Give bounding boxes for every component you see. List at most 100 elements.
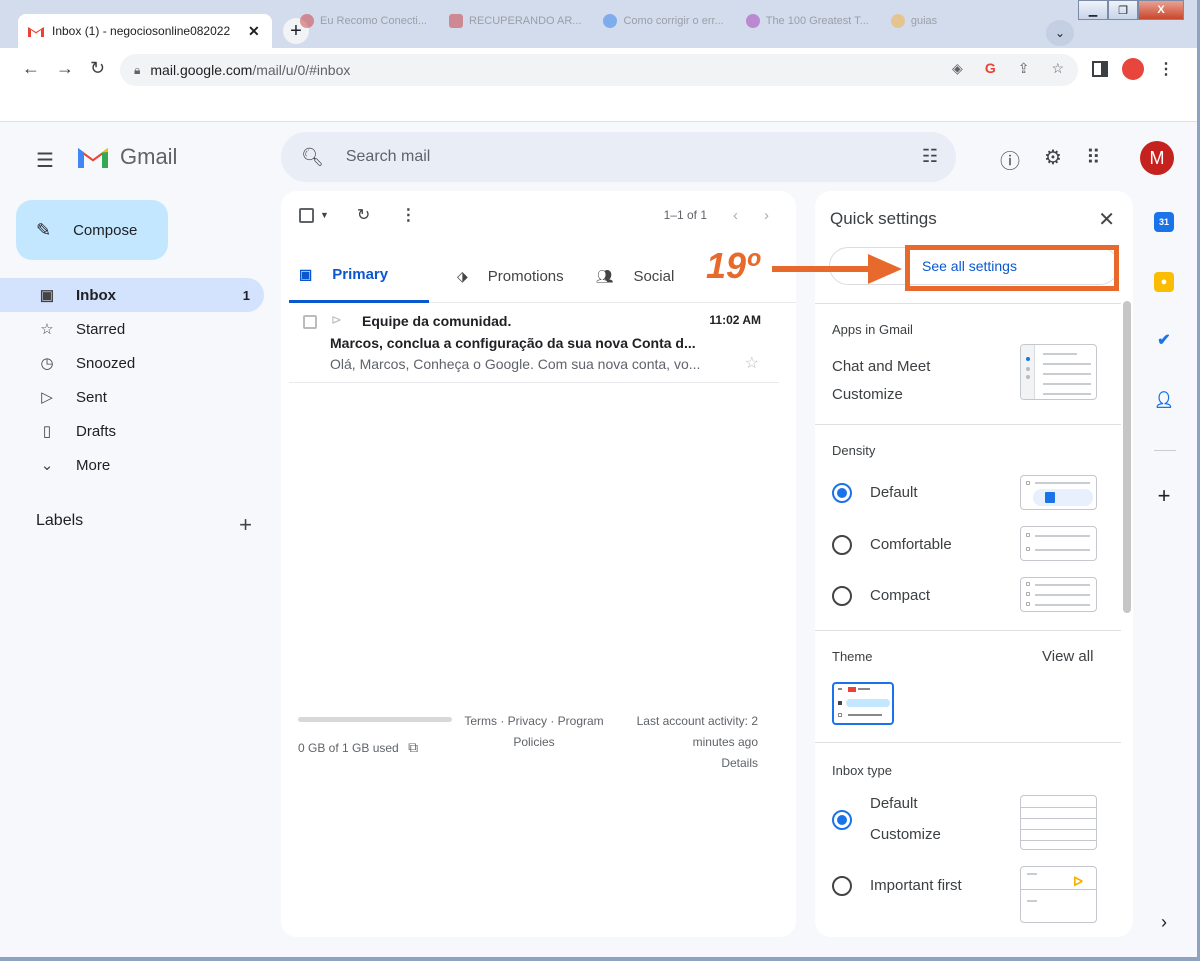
inbox-customize-link[interactable]: Customize — [870, 826, 941, 843]
density-comfortable-radio[interactable] — [832, 535, 852, 555]
gmail-logo[interactable]: Gmail — [76, 144, 177, 170]
email-row[interactable]: ⊳ Equipe da comunidad. 11:02 AM Marcos, … — [289, 309, 779, 383]
next-page-icon[interactable]: › — [764, 207, 769, 224]
scrollbar-thumb[interactable] — [1123, 301, 1131, 613]
background-tab[interactable]: RECUPERANDO AR... — [449, 14, 581, 28]
background-tab[interactable]: guias — [890, 14, 937, 28]
gear-icon[interactable]: ⚙ — [1044, 145, 1062, 174]
view-all-themes-link[interactable]: View all — [1042, 648, 1093, 665]
account-activity: Last account activity: 2 minutes ago Det… — [608, 711, 758, 774]
inbox-important-thumbnail: ᐅ — [1020, 866, 1097, 923]
tab-label: Primary — [332, 266, 389, 283]
sidebar-item-sent[interactable]: ▷ Sent — [0, 380, 264, 414]
annotation-arrow-icon — [772, 254, 902, 284]
profile-icon[interactable] — [1122, 58, 1144, 80]
contacts-icon[interactable]: 👤︎ — [1154, 390, 1174, 410]
density-compact-radio[interactable] — [832, 586, 852, 606]
select-dropdown-icon[interactable]: ▼ — [320, 210, 329, 220]
bookmark-star-icon[interactable]: ☆ — [1051, 60, 1064, 77]
background-tab[interactable]: Como corrigir o err... — [603, 14, 724, 28]
tab-search-icon[interactable]: ⌄ — [1046, 20, 1074, 46]
show-side-panel-icon[interactable]: › — [1154, 912, 1174, 932]
refresh-icon[interactable]: ↻ — [357, 205, 370, 225]
tab-social[interactable]: 👥︎ Social — [586, 249, 685, 303]
gmail-wordmark: Gmail — [120, 144, 178, 169]
maximize-button[interactable]: ❐ — [1108, 0, 1138, 20]
email-time: 11:02 AM — [709, 313, 761, 327]
tab-title: Inbox (1) - negociosonline082022 — [52, 24, 231, 38]
minimize-button[interactable]: ▁ — [1078, 0, 1108, 20]
external-link-icon[interactable]: ⧉ — [408, 739, 418, 755]
sidebar-item-starred[interactable]: ☆ Starred — [0, 312, 264, 346]
clock-icon: ◷ — [40, 355, 54, 372]
tab-primary[interactable]: ▣ Primary — [289, 249, 429, 303]
keep-icon[interactable]: ● — [1154, 272, 1174, 292]
inbox-default-radio[interactable] — [832, 810, 852, 830]
send-icon: ▷ — [41, 389, 53, 406]
importance-marker-icon[interactable]: ⊳ — [331, 312, 342, 328]
inbox-important-radio[interactable] — [832, 876, 852, 896]
theme-thumbnail[interactable] — [832, 682, 894, 725]
apps-section: Apps in Gmail Chat and Meet Customize — [815, 303, 1121, 423]
importance-marker-icon: ᐅ — [1073, 874, 1083, 889]
apps-grid-icon[interactable]: ⠿ — [1086, 145, 1101, 174]
calendar-icon[interactable]: 31 — [1154, 212, 1174, 232]
account-avatar[interactable]: M — [1140, 141, 1174, 175]
tab-label: Promotions — [487, 267, 564, 285]
sidebar-item-inbox[interactable]: ▣ Inbox 1 — [0, 278, 264, 312]
tab-promotions[interactable]: ⬗ Promotions — [447, 249, 574, 303]
more-options-icon[interactable]: ⋮ — [400, 205, 416, 225]
density-default-radio[interactable] — [832, 483, 852, 503]
sidebar-item-label: Starred — [76, 320, 126, 338]
main-menu-icon[interactable]: ☰ — [36, 148, 54, 173]
browser-menu-icon[interactable]: ⋮ — [1158, 59, 1174, 79]
compose-button[interactable]: ✎ Compose — [16, 200, 168, 260]
sidebar-item-drafts[interactable]: ▯ Drafts — [0, 414, 264, 448]
theme-heading: Theme — [832, 649, 873, 664]
file-icon: ▯ — [42, 423, 52, 440]
email-checkbox[interactable] — [303, 315, 317, 329]
select-all-checkbox[interactable] — [299, 207, 314, 223]
forward-icon[interactable]: → — [56, 58, 74, 79]
omnibox[interactable]: 🔒︎ mail.google.com/mail/u/0/#inbox ◈ G ⇪… — [120, 54, 1078, 86]
background-tab[interactable]: Eu Recomo Conecti... — [300, 14, 427, 28]
address-bar-row: ← → ↻ 🔒︎ mail.google.com/mail/u/0/#inbox… — [0, 48, 1200, 92]
apps-thumbnail — [1020, 344, 1097, 400]
inbox-important-label: Important first — [870, 877, 962, 894]
sidebar-item-snoozed[interactable]: ◷ Snoozed — [0, 346, 264, 380]
search-bar[interactable]: 🔍︎ Search mail ☷ — [281, 132, 956, 182]
search-input[interactable]: Search mail — [346, 148, 430, 166]
labels-header: Labels + — [36, 512, 252, 538]
window-close-button[interactable]: X — [1138, 0, 1184, 20]
search-icon[interactable]: 🔍︎ — [301, 147, 324, 168]
quick-settings-title: Quick settings — [830, 209, 937, 228]
footer-links[interactable]: Terms · Privacy · Program Policies — [454, 711, 614, 753]
browser-tab-active[interactable]: Inbox (1) - negociosonline082022 ✕ — [18, 14, 272, 48]
chevron-down-icon: ⌄ — [40, 457, 54, 474]
eye-icon[interactable]: ◈ — [952, 60, 963, 77]
star-icon[interactable]: ☆ — [745, 353, 759, 373]
reload-icon[interactable]: ↻ — [90, 58, 105, 79]
background-tab[interactable]: The 100 Greatest T... — [745, 14, 869, 28]
search-options-icon[interactable]: ☷ — [922, 146, 938, 167]
side-panel-icon[interactable] — [1092, 61, 1108, 77]
sidebar-item-more[interactable]: ⌄ More — [0, 448, 264, 482]
window-border — [0, 957, 1200, 961]
google-icon[interactable]: G — [985, 60, 996, 77]
share-icon[interactable]: ⇪ — [1018, 60, 1030, 77]
browser-blank-strip — [0, 92, 1200, 122]
close-tab-icon[interactable]: ✕ — [248, 23, 260, 40]
people-icon: 👥︎ — [595, 267, 614, 284]
prev-page-icon[interactable]: ‹ — [733, 207, 738, 224]
back-icon[interactable]: ← — [22, 58, 40, 79]
help-icon[interactable]: ⓘ — [1000, 145, 1020, 174]
close-icon[interactable]: ✕ — [1098, 207, 1115, 232]
url-host: mail.google.com — [150, 62, 253, 78]
mail-list-pane: ▼ ↻ ⋮ 1–1 of 1 ‹ › ▣ Primary ⬗ Promotion… — [281, 191, 796, 937]
details-link[interactable]: Details — [608, 753, 758, 774]
pencil-icon: ✎ — [36, 219, 52, 240]
customize-apps-link[interactable]: Customize — [832, 386, 903, 403]
get-addons-icon[interactable]: + — [1154, 483, 1174, 508]
add-label-icon[interactable]: + — [239, 512, 252, 538]
tasks-icon[interactable]: ✔ — [1154, 330, 1174, 350]
